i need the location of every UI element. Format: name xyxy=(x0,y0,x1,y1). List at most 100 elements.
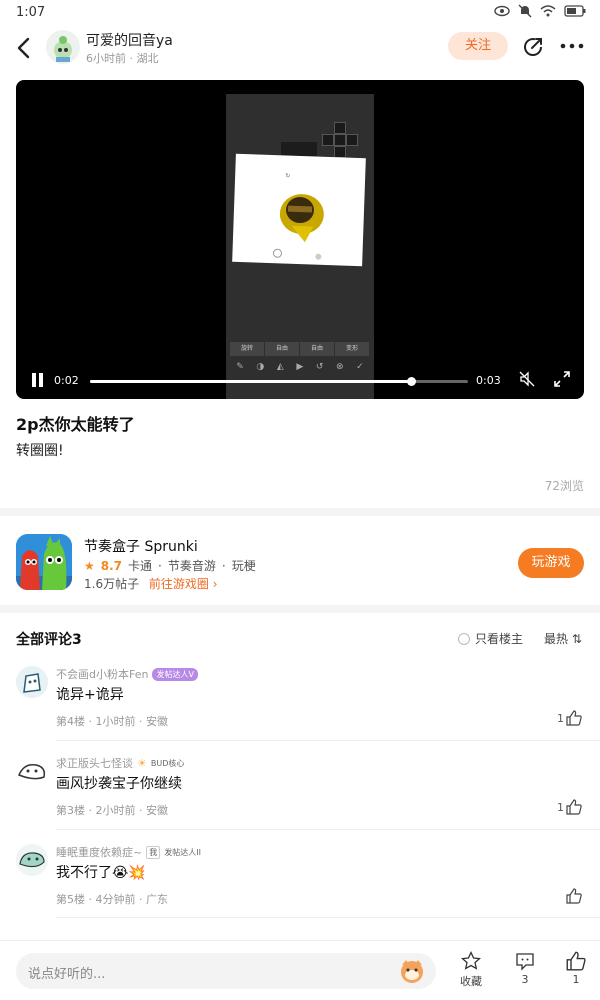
video-frame-button xyxy=(281,142,317,156)
video-tab: 旋转 xyxy=(230,342,264,356)
comment-text: 画风抄袭宝子你继续 xyxy=(56,776,182,792)
commenter-name-row: 不会画d小粉本Fen 发帖达人V xyxy=(56,666,198,682)
fullscreen-icon[interactable] xyxy=(554,371,570,387)
game-tag: 玩梗 xyxy=(231,559,256,573)
play-game-button[interactable]: 玩游戏 xyxy=(518,548,584,578)
comment-divider xyxy=(56,917,600,918)
thumbs-up-icon xyxy=(566,710,582,726)
duration: 0:03 xyxy=(476,374,501,387)
progress-fill xyxy=(90,380,412,383)
video-tab: 变形 xyxy=(335,342,369,356)
author-name[interactable]: 可爱的回音ya xyxy=(86,30,173,50)
mascot-icon[interactable] xyxy=(398,957,426,985)
owner-only-label: 只看楼主 xyxy=(475,632,524,646)
post-title: 2p杰你太能转了 xyxy=(16,415,135,434)
commenter-badge: 发帖达人V xyxy=(152,667,198,681)
commenter-badge: 发帖达人II xyxy=(164,847,201,857)
wifi-icon xyxy=(540,5,556,17)
star-outline-icon xyxy=(461,951,481,970)
back-arrow-icon[interactable] xyxy=(14,36,34,60)
comment-text: 诡异+诡异 xyxy=(56,687,124,703)
comment-like-count: 1 xyxy=(557,711,564,725)
more-options-icon[interactable] xyxy=(559,36,585,56)
video-canvas: ↻ xyxy=(232,153,366,267)
commenter-name[interactable]: 不会画d小粉本Fen xyxy=(56,666,148,682)
radio-icon[interactable] xyxy=(458,632,470,645)
comment-text: 我不行了😭💥 xyxy=(56,865,146,881)
video-tab: 自由 xyxy=(300,342,334,356)
comment-like-button[interactable]: 1 xyxy=(557,799,582,815)
current-time: 0:02 xyxy=(54,374,79,387)
view-count: 72浏览 xyxy=(544,479,584,493)
like-button[interactable]: 1 xyxy=(556,951,596,986)
comment-button[interactable]: 3 xyxy=(505,951,545,986)
comment-input[interactable]: 说点好听的... xyxy=(16,953,436,989)
video-tab: 自由 xyxy=(265,342,299,356)
tag-separator: · xyxy=(158,558,162,573)
self-tag: 我 xyxy=(146,845,161,859)
post-meta: 6小时前 · 湖北 xyxy=(86,52,159,65)
status-time: 1:07 xyxy=(16,5,46,20)
comment-like-button[interactable] xyxy=(564,888,582,904)
author-avatar[interactable] xyxy=(46,30,80,64)
eye-icon xyxy=(494,5,510,17)
comment-meta: 第4楼 · 1小时前 · 安徽 xyxy=(56,715,168,728)
comment-like-button[interactable]: 1 xyxy=(557,710,582,726)
thumbs-up-icon xyxy=(566,799,582,815)
game-name[interactable]: 节奏盒子 Sprunki xyxy=(84,536,198,556)
commenter-avatar[interactable] xyxy=(16,666,48,698)
star-icon: ★ xyxy=(84,558,95,573)
follow-button[interactable]: 关注 xyxy=(448,32,508,60)
battery-icon xyxy=(564,5,586,17)
game-tag: 节奏音游 xyxy=(167,559,216,573)
video-frame: ↻ 旋转 自由 自由 变形 ✎ ◑ ◭ ▶ ↺ ⊗ ✓ xyxy=(226,94,374,399)
progress-thumb[interactable] xyxy=(407,377,417,386)
game-tag: 卡通 xyxy=(128,559,153,573)
thumbs-up-icon xyxy=(566,951,586,971)
comment-like-count: 1 xyxy=(557,800,564,814)
section-divider xyxy=(0,605,600,613)
comment-meta: 第5楼 · 4分钟前 · 广东 xyxy=(56,893,168,906)
commenter-name-row: 睡眠重度依赖症~ 我 发帖达人II xyxy=(56,844,201,860)
game-score: 8.7 xyxy=(100,558,123,573)
section-divider xyxy=(0,508,600,516)
video-controls: 0:02 0:03 xyxy=(16,359,584,399)
game-circle-link-label: 前往游戏圈 xyxy=(148,577,209,591)
favorite-label: 收藏 xyxy=(460,975,482,988)
video-player[interactable]: ↻ 旋转 自由 自由 变形 ✎ ◑ ◭ ▶ ↺ ⊗ ✓ 0:02 0:03 xyxy=(16,80,584,399)
svg-text:↻: ↻ xyxy=(285,172,290,179)
like-count: 1 xyxy=(572,973,580,986)
game-info: ★ 8.7 卡通 · 节奏音游 · 玩梗 xyxy=(84,557,256,574)
commenter-name[interactable]: 求正版头七怪谈 xyxy=(56,755,133,771)
owner-only-toggle[interactable]: 只看楼主 xyxy=(458,630,523,647)
commenter-badge: BUD核心 xyxy=(150,758,185,768)
comment-divider xyxy=(56,740,600,741)
post-header: 可爱的回音ya 6小时前 · 湖北 关注 xyxy=(0,28,600,68)
tag-separator: · xyxy=(221,558,226,573)
favorite-button[interactable]: 收藏 xyxy=(451,951,491,989)
game-post-count: 1.6万帖子 xyxy=(84,577,140,591)
comment-count: 3 xyxy=(521,973,529,986)
comment-input-placeholder: 说点好听的... xyxy=(28,967,106,982)
comments-title: 全部评论3 xyxy=(16,632,82,648)
game-circle-link[interactable]: 前往游戏圈 › xyxy=(149,577,218,591)
game-posts-row: 1.6万帖子 前往游戏圈 › xyxy=(84,575,218,592)
bottom-action-bar: 说点好听的... 收藏 3 1 xyxy=(0,940,600,1000)
commenter-name-row: 求正版头七怪谈 ☀ BUD核心 xyxy=(56,755,184,771)
mute-bell-icon xyxy=(518,4,532,18)
commenter-avatar[interactable] xyxy=(16,844,48,876)
mute-icon[interactable] xyxy=(519,371,535,387)
chevron-right-icon: › xyxy=(212,577,218,591)
comment-icon xyxy=(516,953,534,971)
commenter-name[interactable]: 睡眠重度依赖症~ xyxy=(56,844,142,860)
video-tabs: 旋转 自由 自由 变形 xyxy=(230,342,370,356)
sun-icon: ☀ xyxy=(137,756,147,770)
post-body: 转圈圈! xyxy=(16,443,64,459)
pause-icon[interactable] xyxy=(32,373,44,387)
commenter-avatar[interactable] xyxy=(16,755,48,787)
share-icon[interactable] xyxy=(521,35,545,59)
progress-slider[interactable] xyxy=(90,377,468,386)
sort-toggle[interactable]: 最热 ⇅ xyxy=(544,630,582,647)
comment-meta: 第3楼 · 2小时前 · 安徽 xyxy=(56,804,168,817)
game-icon[interactable] xyxy=(16,534,72,590)
